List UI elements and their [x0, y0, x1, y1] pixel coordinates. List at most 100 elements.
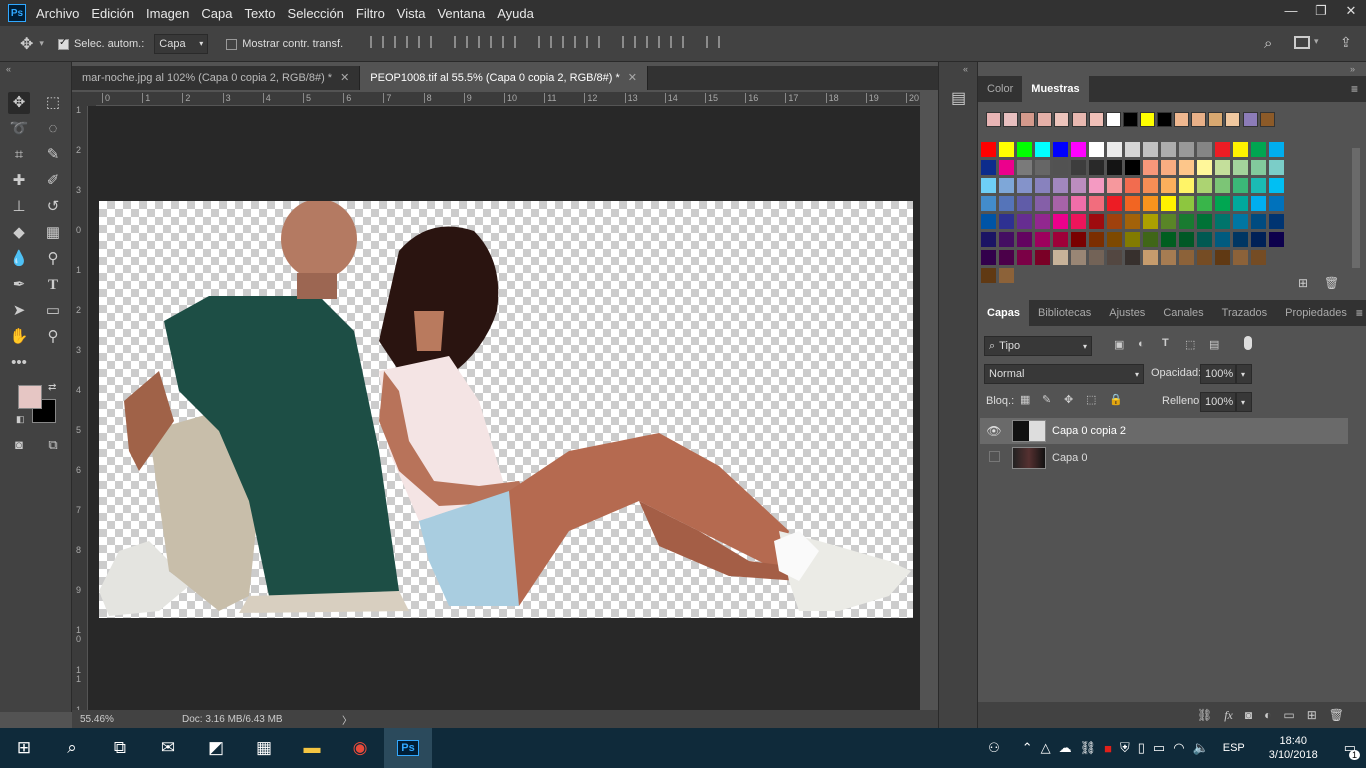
layer-filter-dropdown[interactable]: ⌕ Tipo ▾	[984, 336, 1092, 356]
swatch[interactable]	[1197, 214, 1212, 229]
collapse-toolbar-icon[interactable]: «	[6, 64, 11, 74]
swatch[interactable]	[1143, 214, 1158, 229]
distribute-hcenter-icon[interactable]	[646, 36, 661, 48]
photoshop-taskbar-icon[interactable]: Ps	[384, 728, 432, 768]
link-icon[interactable]: ⛓	[1080, 740, 1097, 756]
recent-swatch[interactable]	[1157, 112, 1172, 127]
swatch[interactable]	[1053, 250, 1068, 265]
usb-icon[interactable]: ▯	[1138, 740, 1145, 756]
swatch[interactable]	[1233, 214, 1248, 229]
menu-ventana[interactable]: Ventana	[437, 6, 485, 21]
swatch[interactable]	[1197, 160, 1212, 175]
pen-tool[interactable]: ✒	[8, 274, 30, 296]
swatch[interactable]	[1125, 250, 1140, 265]
swatch[interactable]	[1017, 178, 1032, 193]
swatch[interactable]	[1053, 178, 1068, 193]
swatch[interactable]	[1071, 232, 1086, 247]
store-icon[interactable]: ▦	[240, 728, 288, 768]
quick-mask-icon[interactable]: ◙	[8, 434, 30, 456]
swatch[interactable]	[1161, 160, 1176, 175]
swatch[interactable]	[1233, 250, 1248, 265]
sticky-notes-icon[interactable]: ◩	[192, 728, 240, 768]
close-tab-icon[interactable]: ✕	[628, 72, 637, 84]
move-tool[interactable]: ✥	[8, 92, 30, 114]
brush-tool[interactable]: ✐	[42, 170, 64, 192]
tray-chevron-up-icon[interactable]: ⌃	[1022, 740, 1033, 756]
swatch[interactable]	[1143, 178, 1158, 193]
fx-icon[interactable]: fx	[1224, 708, 1233, 723]
collapse-panels-icon[interactable]: «	[963, 64, 968, 74]
expand-panels-icon[interactable]: »	[1350, 64, 1355, 74]
swatch[interactable]	[999, 214, 1014, 229]
swatch[interactable]	[1107, 178, 1122, 193]
zoom-level[interactable]: 55.46%	[72, 714, 132, 725]
recent-swatch[interactable]	[1242, 112, 1258, 127]
defender-icon[interactable]: ⛨	[1120, 740, 1130, 756]
filter-type-icon[interactable]: T	[1162, 337, 1169, 349]
eyedropper-tool[interactable]: ✎	[42, 144, 64, 166]
tab-peop1008[interactable]: PEOP1008.tif al 55.5% (Capa 0 copia 2, R…	[360, 66, 648, 90]
align-buttons[interactable]	[365, 36, 725, 51]
rectangle-tool[interactable]: ▭	[42, 300, 64, 322]
swatch[interactable]	[1053, 214, 1068, 229]
marquee-tool[interactable]: ⬚	[42, 92, 64, 114]
swatch[interactable]	[1251, 178, 1266, 193]
menu-filtro[interactable]: Filtro	[356, 6, 385, 21]
visibility-toggle[interactable]	[984, 451, 1004, 465]
swatch[interactable]	[999, 142, 1014, 157]
swatch[interactable]	[1017, 250, 1032, 265]
clone-stamp-tool[interactable]: ⊥	[8, 196, 30, 218]
dodge-tool[interactable]: ⚲	[42, 248, 64, 270]
gradient-tool[interactable]: ▦	[42, 222, 64, 244]
show-transform-checkbox[interactable]	[226, 39, 238, 50]
swatch[interactable]	[1143, 160, 1158, 175]
swatch[interactable]	[1179, 232, 1194, 247]
status-menu-arrow[interactable]: 〉	[342, 712, 352, 727]
recent-swatch[interactable]	[1259, 112, 1275, 127]
wifi-icon[interactable]: ◠	[1173, 740, 1184, 756]
swatch[interactable]	[1035, 250, 1050, 265]
recent-swatch[interactable]	[1122, 112, 1138, 127]
align-top-icon[interactable]	[370, 36, 385, 48]
recent-swatch[interactable]	[1105, 112, 1121, 127]
google-drive-icon[interactable]: △	[1041, 740, 1051, 756]
swatch[interactable]	[1035, 214, 1050, 229]
lock-all-icon[interactable]: 🔒	[1109, 393, 1123, 406]
swatch[interactable]	[1215, 178, 1230, 193]
workspace-chevron-icon[interactable]: ▾	[1314, 36, 1319, 47]
horizontal-ruler[interactable]: 0 1 2 3 4 5 6 7 8 9 10 11 12 13 14 15 16 17 18 19 20	[96, 92, 920, 106]
swatch[interactable]	[1107, 214, 1122, 229]
swatch[interactable]	[1269, 178, 1284, 193]
swatch[interactable]	[1179, 142, 1194, 157]
restore-button[interactable]: ❐	[1306, 0, 1336, 26]
swatch[interactable]	[1215, 250, 1230, 265]
link-layers-icon[interactable]: ⛓	[1197, 708, 1212, 722]
swatch[interactable]	[1071, 142, 1086, 157]
screen-mode-icon[interactable]: ⧉	[42, 434, 64, 456]
default-colors-icon[interactable]: ◧	[16, 414, 25, 425]
swatch[interactable]	[1251, 214, 1266, 229]
swatch[interactable]	[1089, 196, 1104, 211]
swatch[interactable]	[1215, 196, 1230, 211]
swatch[interactable]	[1035, 178, 1050, 193]
windows-start-icon[interactable]: ⊞	[0, 728, 48, 768]
swatch[interactable]	[1251, 142, 1266, 157]
swatch[interactable]	[1143, 232, 1158, 247]
recent-swatch[interactable]	[1208, 112, 1224, 127]
history-brush-tool[interactable]: ↺	[42, 196, 64, 218]
crop-tool[interactable]: ⌗	[8, 144, 30, 166]
swatch[interactable]	[1053, 196, 1068, 211]
type-tool[interactable]: T	[42, 274, 64, 296]
filter-toggle-icon[interactable]	[1244, 336, 1252, 350]
more-tools-icon[interactable]: •••	[8, 352, 30, 374]
swatch[interactable]	[981, 160, 996, 175]
align-hcenter-icon[interactable]	[478, 36, 493, 48]
history-panel-icon[interactable]: ▤	[951, 88, 966, 108]
swatch[interactable]	[1215, 232, 1230, 247]
layers-menu-icon[interactable]: ≡	[1356, 306, 1363, 320]
swatch[interactable]	[1233, 160, 1248, 175]
align-bottom-icon[interactable]	[418, 36, 433, 48]
swatch[interactable]	[1143, 250, 1158, 265]
new-group-icon[interactable]: ▭	[1283, 708, 1294, 722]
menu-texto[interactable]: Texto	[244, 6, 275, 21]
